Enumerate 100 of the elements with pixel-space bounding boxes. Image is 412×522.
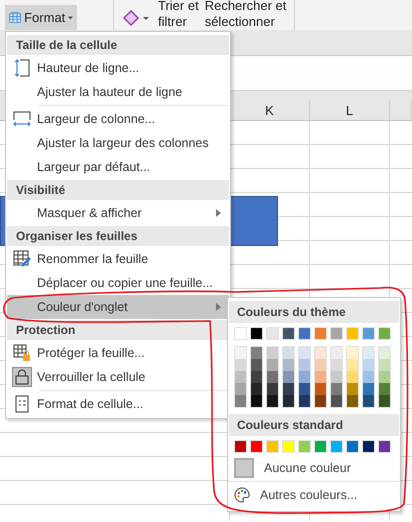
caret-icon: [68, 16, 73, 20]
color-swatch[interactable]: [251, 347, 262, 359]
menu-item[interactable]: Verrouiller la cellule: [7, 365, 229, 392]
color-swatch[interactable]: [251, 359, 262, 371]
color-swatch[interactable]: [234, 440, 247, 453]
color-swatch[interactable]: [235, 347, 246, 359]
color-swatch[interactable]: [282, 440, 295, 453]
color-swatch[interactable]: [346, 440, 359, 453]
color-swatch[interactable]: [235, 371, 246, 383]
color-swatch[interactable]: [251, 371, 262, 383]
color-swatch[interactable]: [330, 327, 343, 340]
color-swatch[interactable]: [298, 440, 311, 453]
menu-item-label: Ajuster la largeur des colonnes: [37, 136, 210, 150]
color-swatch[interactable]: [379, 359, 390, 371]
color-swatch[interactable]: [235, 395, 246, 407]
menu-section-header: Protection: [7, 320, 229, 340]
format-cells-icon: [15, 395, 29, 413]
color-swatch[interactable]: [267, 371, 278, 383]
color-swatch[interactable]: [347, 395, 358, 407]
color-swatch[interactable]: [363, 347, 374, 359]
color-swatch[interactable]: [266, 440, 279, 453]
menu-item-label: Ajuster la hauteur de ligne: [37, 85, 184, 99]
color-swatch[interactable]: [363, 395, 374, 407]
color-swatch[interactable]: [283, 371, 294, 383]
menu-item[interactable]: Ajuster la largeur des colonnes: [7, 131, 229, 155]
color-swatch[interactable]: [235, 359, 246, 371]
more-colors-item[interactable]: Autres couleurs...: [228, 483, 400, 507]
color-swatch[interactable]: [298, 327, 311, 340]
color-swatch[interactable]: [347, 371, 358, 383]
color-swatch[interactable]: [267, 383, 278, 395]
color-swatch[interactable]: [363, 371, 374, 383]
color-swatch[interactable]: [314, 440, 327, 453]
format-button[interactable]: Format: [5, 5, 77, 30]
color-swatch[interactable]: [267, 347, 278, 359]
menu-item[interactable]: Déplacer ou copier une feuille...: [7, 271, 229, 295]
column-header[interactable]: L: [310, 100, 390, 120]
menu-item[interactable]: Protéger la feuille...: [7, 341, 229, 365]
color-swatch[interactable]: [251, 383, 262, 395]
find-select-button[interactable]: Rechercher et sélectionner: [204, 0, 286, 30]
color-swatch[interactable]: [283, 359, 294, 371]
color-swatch[interactable]: [331, 359, 342, 371]
color-swatch[interactable]: [362, 440, 375, 453]
color-swatch[interactable]: [379, 347, 390, 359]
color-swatch[interactable]: [363, 383, 374, 395]
color-swatch[interactable]: [379, 383, 390, 395]
color-swatch[interactable]: [235, 383, 246, 395]
color-swatch[interactable]: [362, 327, 375, 340]
color-swatch[interactable]: [346, 327, 359, 340]
menu-item-label: Largeur par défaut...: [37, 160, 152, 174]
color-swatch[interactable]: [250, 327, 263, 340]
menu-item-label: Aucune couleur: [264, 461, 351, 475]
color-swatch[interactable]: [379, 395, 390, 407]
color-swatch[interactable]: [267, 359, 278, 371]
menu-section-header: Couleurs du thème: [229, 301, 399, 323]
color-swatch[interactable]: [330, 440, 343, 453]
sort-filter-button[interactable]: Trier et filtrer: [158, 0, 199, 30]
color-swatch[interactable]: [299, 359, 310, 371]
color-swatch[interactable]: [315, 371, 326, 383]
color-swatch[interactable]: [331, 395, 342, 407]
color-swatch[interactable]: [251, 395, 262, 407]
eraser-icon: [122, 8, 150, 26]
menu-item[interactable]: Couleur d'onglet: [7, 295, 229, 319]
row-height-icon: [14, 59, 30, 77]
color-swatch[interactable]: [331, 371, 342, 383]
menu-item[interactable]: Renommer la feuille: [7, 247, 229, 271]
color-swatch[interactable]: [250, 440, 263, 453]
color-swatch[interactable]: [283, 383, 294, 395]
menu-item-label: Renommer la feuille: [37, 252, 150, 266]
color-swatch[interactable]: [378, 440, 391, 453]
color-swatch[interactable]: [331, 383, 342, 395]
menu-item[interactable]: Largeur par défaut...: [7, 155, 229, 179]
color-swatch[interactable]: [283, 347, 294, 359]
color-swatch[interactable]: [315, 395, 326, 407]
color-swatch[interactable]: [331, 347, 342, 359]
color-swatch[interactable]: [299, 371, 310, 383]
menu-item[interactable]: Masquer & afficher: [7, 201, 229, 225]
color-swatch[interactable]: [266, 327, 279, 340]
color-swatch[interactable]: [363, 359, 374, 371]
color-swatch[interactable]: [314, 327, 327, 340]
color-swatch[interactable]: [283, 395, 294, 407]
color-swatch[interactable]: [282, 327, 295, 340]
color-swatch[interactable]: [315, 347, 326, 359]
color-swatch[interactable]: [379, 371, 390, 383]
color-swatch[interactable]: [299, 395, 310, 407]
color-swatch[interactable]: [315, 383, 326, 395]
color-swatch[interactable]: [299, 347, 310, 359]
color-swatch[interactable]: [378, 327, 391, 340]
color-swatch[interactable]: [267, 395, 278, 407]
menu-item[interactable]: Ajuster la hauteur de ligne: [7, 80, 229, 107]
menu-item[interactable]: Hauteur de ligne...: [7, 56, 229, 80]
color-swatch[interactable]: [347, 347, 358, 359]
color-swatch[interactable]: [234, 327, 247, 340]
no-color-item[interactable]: Aucune couleur: [228, 456, 400, 480]
menu-item[interactable]: Largeur de colonne...: [7, 107, 229, 131]
color-swatch[interactable]: [347, 359, 358, 371]
color-swatch[interactable]: [315, 359, 326, 371]
color-swatch[interactable]: [299, 383, 310, 395]
color-swatch[interactable]: [347, 383, 358, 395]
menu-item[interactable]: Format de cellule...: [7, 392, 229, 416]
menu-item-label: Largeur de colonne...: [37, 112, 156, 126]
